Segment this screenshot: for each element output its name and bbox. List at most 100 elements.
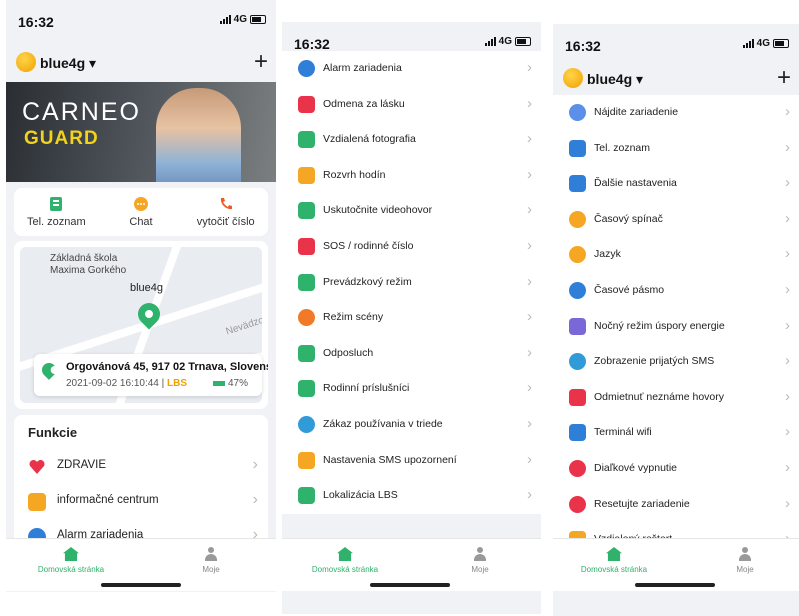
settings-item[interactable]: SOS / rodinné číslo › bbox=[282, 229, 541, 265]
device-avatar[interactable] bbox=[563, 68, 583, 88]
settings-item-label: Terminál wifi bbox=[594, 426, 652, 439]
map-place-label: Základná škola Maxima Gorkého bbox=[50, 253, 127, 276]
class-mute-icon bbox=[298, 415, 315, 433]
address-bar[interactable]: Orgovánová 45, 917 02 Trnava, Slovens...… bbox=[34, 354, 268, 396]
device-avatar[interactable] bbox=[16, 52, 36, 72]
settings-item[interactable]: Časový spínač › bbox=[553, 202, 799, 238]
device-selector[interactable]: blue4g ▾ bbox=[587, 71, 643, 88]
chevron-right-icon: › bbox=[527, 379, 532, 397]
function-item-info-center[interactable]: informačné centrum › bbox=[14, 484, 268, 519]
chevron-right-icon: › bbox=[252, 456, 258, 473]
chevron-right-icon: › bbox=[527, 59, 532, 76]
quick-action-chat[interactable]: Chat bbox=[99, 188, 184, 236]
chat-icon bbox=[134, 197, 148, 211]
chevron-right-icon: › bbox=[785, 458, 790, 476]
function-item-health[interactable]: ZDRAVIE › bbox=[14, 449, 268, 484]
settings-item[interactable]: Odmena za lásku › bbox=[282, 87, 541, 123]
status-time: 16:32 bbox=[294, 36, 330, 52]
bottom-tab-bar: Domovská stránka Moje bbox=[282, 538, 541, 591]
settings-item[interactable]: Rodinní príslušníci › bbox=[282, 371, 541, 407]
chevron-right-icon: › bbox=[785, 138, 790, 156]
home-icon bbox=[606, 547, 622, 561]
settings-item-label: Jazyk bbox=[594, 248, 621, 261]
settings-item[interactable]: Jazyk › bbox=[553, 237, 799, 273]
settings-item[interactable]: Nočný režim úspory energie › bbox=[553, 309, 799, 345]
clock-icon bbox=[569, 281, 586, 299]
heart-icon bbox=[29, 459, 45, 474]
settings-item[interactable]: Ďalšie nastavenia › bbox=[553, 166, 799, 202]
quick-action-label: vytočiť číslo bbox=[196, 216, 255, 228]
chevron-right-icon: › bbox=[527, 130, 532, 148]
quick-action-call[interactable]: vytočiť číslo bbox=[183, 188, 268, 236]
settings-item[interactable]: Terminál wifi › bbox=[553, 415, 799, 451]
status-time: 16:32 bbox=[565, 38, 601, 54]
device-selector[interactable]: blue4g ▾ bbox=[40, 55, 96, 72]
settings-item[interactable]: Vzdialená fotografia › bbox=[282, 122, 541, 158]
tab-me[interactable]: Moje bbox=[191, 547, 231, 574]
chevron-right-icon: › bbox=[527, 201, 532, 219]
speaker-icon bbox=[298, 309, 315, 327]
status-time: 16:32 bbox=[18, 14, 54, 30]
map-device-label: blue4g bbox=[130, 282, 164, 294]
map-street-label: Nevädzová bbox=[224, 311, 262, 338]
settings-item[interactable]: Alarm zariadenia › bbox=[282, 51, 541, 87]
screen-functions-1: 16:32 4G blue4g ▾ + Alarm zariadenia›Odm… bbox=[282, 22, 541, 614]
settings-item-label: Časový spínač bbox=[594, 212, 663, 225]
settings-item[interactable]: Odposluch › bbox=[282, 336, 541, 372]
settings-item[interactable]: Uskutočnite videohovor › bbox=[282, 193, 541, 229]
settings-item[interactable]: Prevádzkový režim › bbox=[282, 265, 541, 301]
signal-indicator: 4G bbox=[742, 38, 789, 49]
network-type: 4G bbox=[756, 38, 770, 49]
banner-subbrand: GUARD bbox=[24, 128, 99, 149]
quick-action-label: Chat bbox=[129, 216, 153, 228]
quick-actions: Tel. zoznam Chat vytočiť číslo bbox=[14, 188, 268, 236]
settings-item[interactable]: Tel. zoznam › bbox=[553, 131, 799, 167]
banner-brand: CARNEO bbox=[22, 98, 141, 126]
reset-icon bbox=[569, 495, 586, 513]
settings-item[interactable]: Rozvrh hodín › bbox=[282, 158, 541, 194]
settings-item-label: Rodinní príslušníci bbox=[323, 382, 410, 395]
signal-bars-icon bbox=[484, 37, 496, 46]
tab-me[interactable]: Moje bbox=[460, 547, 500, 574]
promo-banner[interactable]: CARNEO GUARD bbox=[6, 82, 276, 182]
language-icon bbox=[569, 246, 586, 264]
settings-item-label: Nastavenia SMS upozornení bbox=[323, 453, 457, 466]
settings-item-label: SOS / rodinné číslo bbox=[323, 239, 414, 252]
settings-item[interactable]: Resetujte zariadenie › bbox=[553, 487, 799, 523]
settings-item[interactable]: Zobrazenie prijatých SMS › bbox=[553, 344, 799, 380]
chevron-right-icon: › bbox=[527, 308, 532, 326]
settings-item[interactable]: Zákaz používania v triede › bbox=[282, 407, 541, 443]
settings-item[interactable]: Časové pásmo › bbox=[553, 273, 799, 309]
status-bar: 16:32 4G bbox=[6, 0, 276, 36]
quick-action-contacts[interactable]: Tel. zoznam bbox=[14, 188, 99, 236]
settings-item[interactable]: Režim scény › bbox=[282, 300, 541, 336]
settings-list: Nájdite zariadenie › Tel. zoznam › Ďalšie na… bbox=[553, 95, 799, 558]
settings-item-label: Prevádzkový režim bbox=[323, 275, 412, 288]
tab-home[interactable]: Domovská stránka bbox=[579, 547, 649, 574]
home-indicator bbox=[101, 583, 181, 587]
settings-item[interactable]: Odmietnuť neznáme hovory › bbox=[553, 380, 799, 416]
tab-me[interactable]: Moje bbox=[725, 547, 765, 574]
location-meta: 2021-09-02 16:10:44 | LBS bbox=[66, 378, 188, 389]
hearts-icon bbox=[298, 95, 315, 113]
tab-home[interactable]: Domovská stránka bbox=[310, 547, 380, 574]
location-map-card[interactable]: Základná škola Maxima Gorkého blue4g Nev… bbox=[14, 241, 268, 409]
tab-home[interactable]: Domovská stránka bbox=[36, 547, 106, 574]
settings-item[interactable]: Diaľkové vypnutie › bbox=[553, 451, 799, 487]
settings-item-label: Nočný režim úspory energie bbox=[594, 319, 725, 332]
settings-item-label: Uskutočnite videohovor bbox=[323, 204, 433, 217]
add-device-button[interactable]: + bbox=[777, 64, 791, 92]
schedule-icon bbox=[298, 166, 315, 184]
settings-item-label: Diaľkové vypnutie bbox=[594, 461, 678, 474]
battery-icon bbox=[773, 39, 789, 48]
phone-call-icon bbox=[220, 198, 232, 210]
settings-item[interactable]: Nájdite zariadenie › bbox=[553, 95, 799, 131]
settings-item-label: Ďalšie nastavenia bbox=[594, 177, 677, 190]
chevron-right-icon: › bbox=[785, 245, 790, 263]
settings-item[interactable]: Lokalizácia LBS › bbox=[282, 478, 541, 514]
bottom-tab-bar: Domovská stránka Moje bbox=[553, 538, 799, 591]
battery-icon bbox=[515, 37, 531, 46]
add-device-button[interactable]: + bbox=[254, 48, 268, 76]
settings-item[interactable]: Nastavenia SMS upozornení › bbox=[282, 443, 541, 479]
quick-action-label: Tel. zoznam bbox=[26, 216, 86, 228]
